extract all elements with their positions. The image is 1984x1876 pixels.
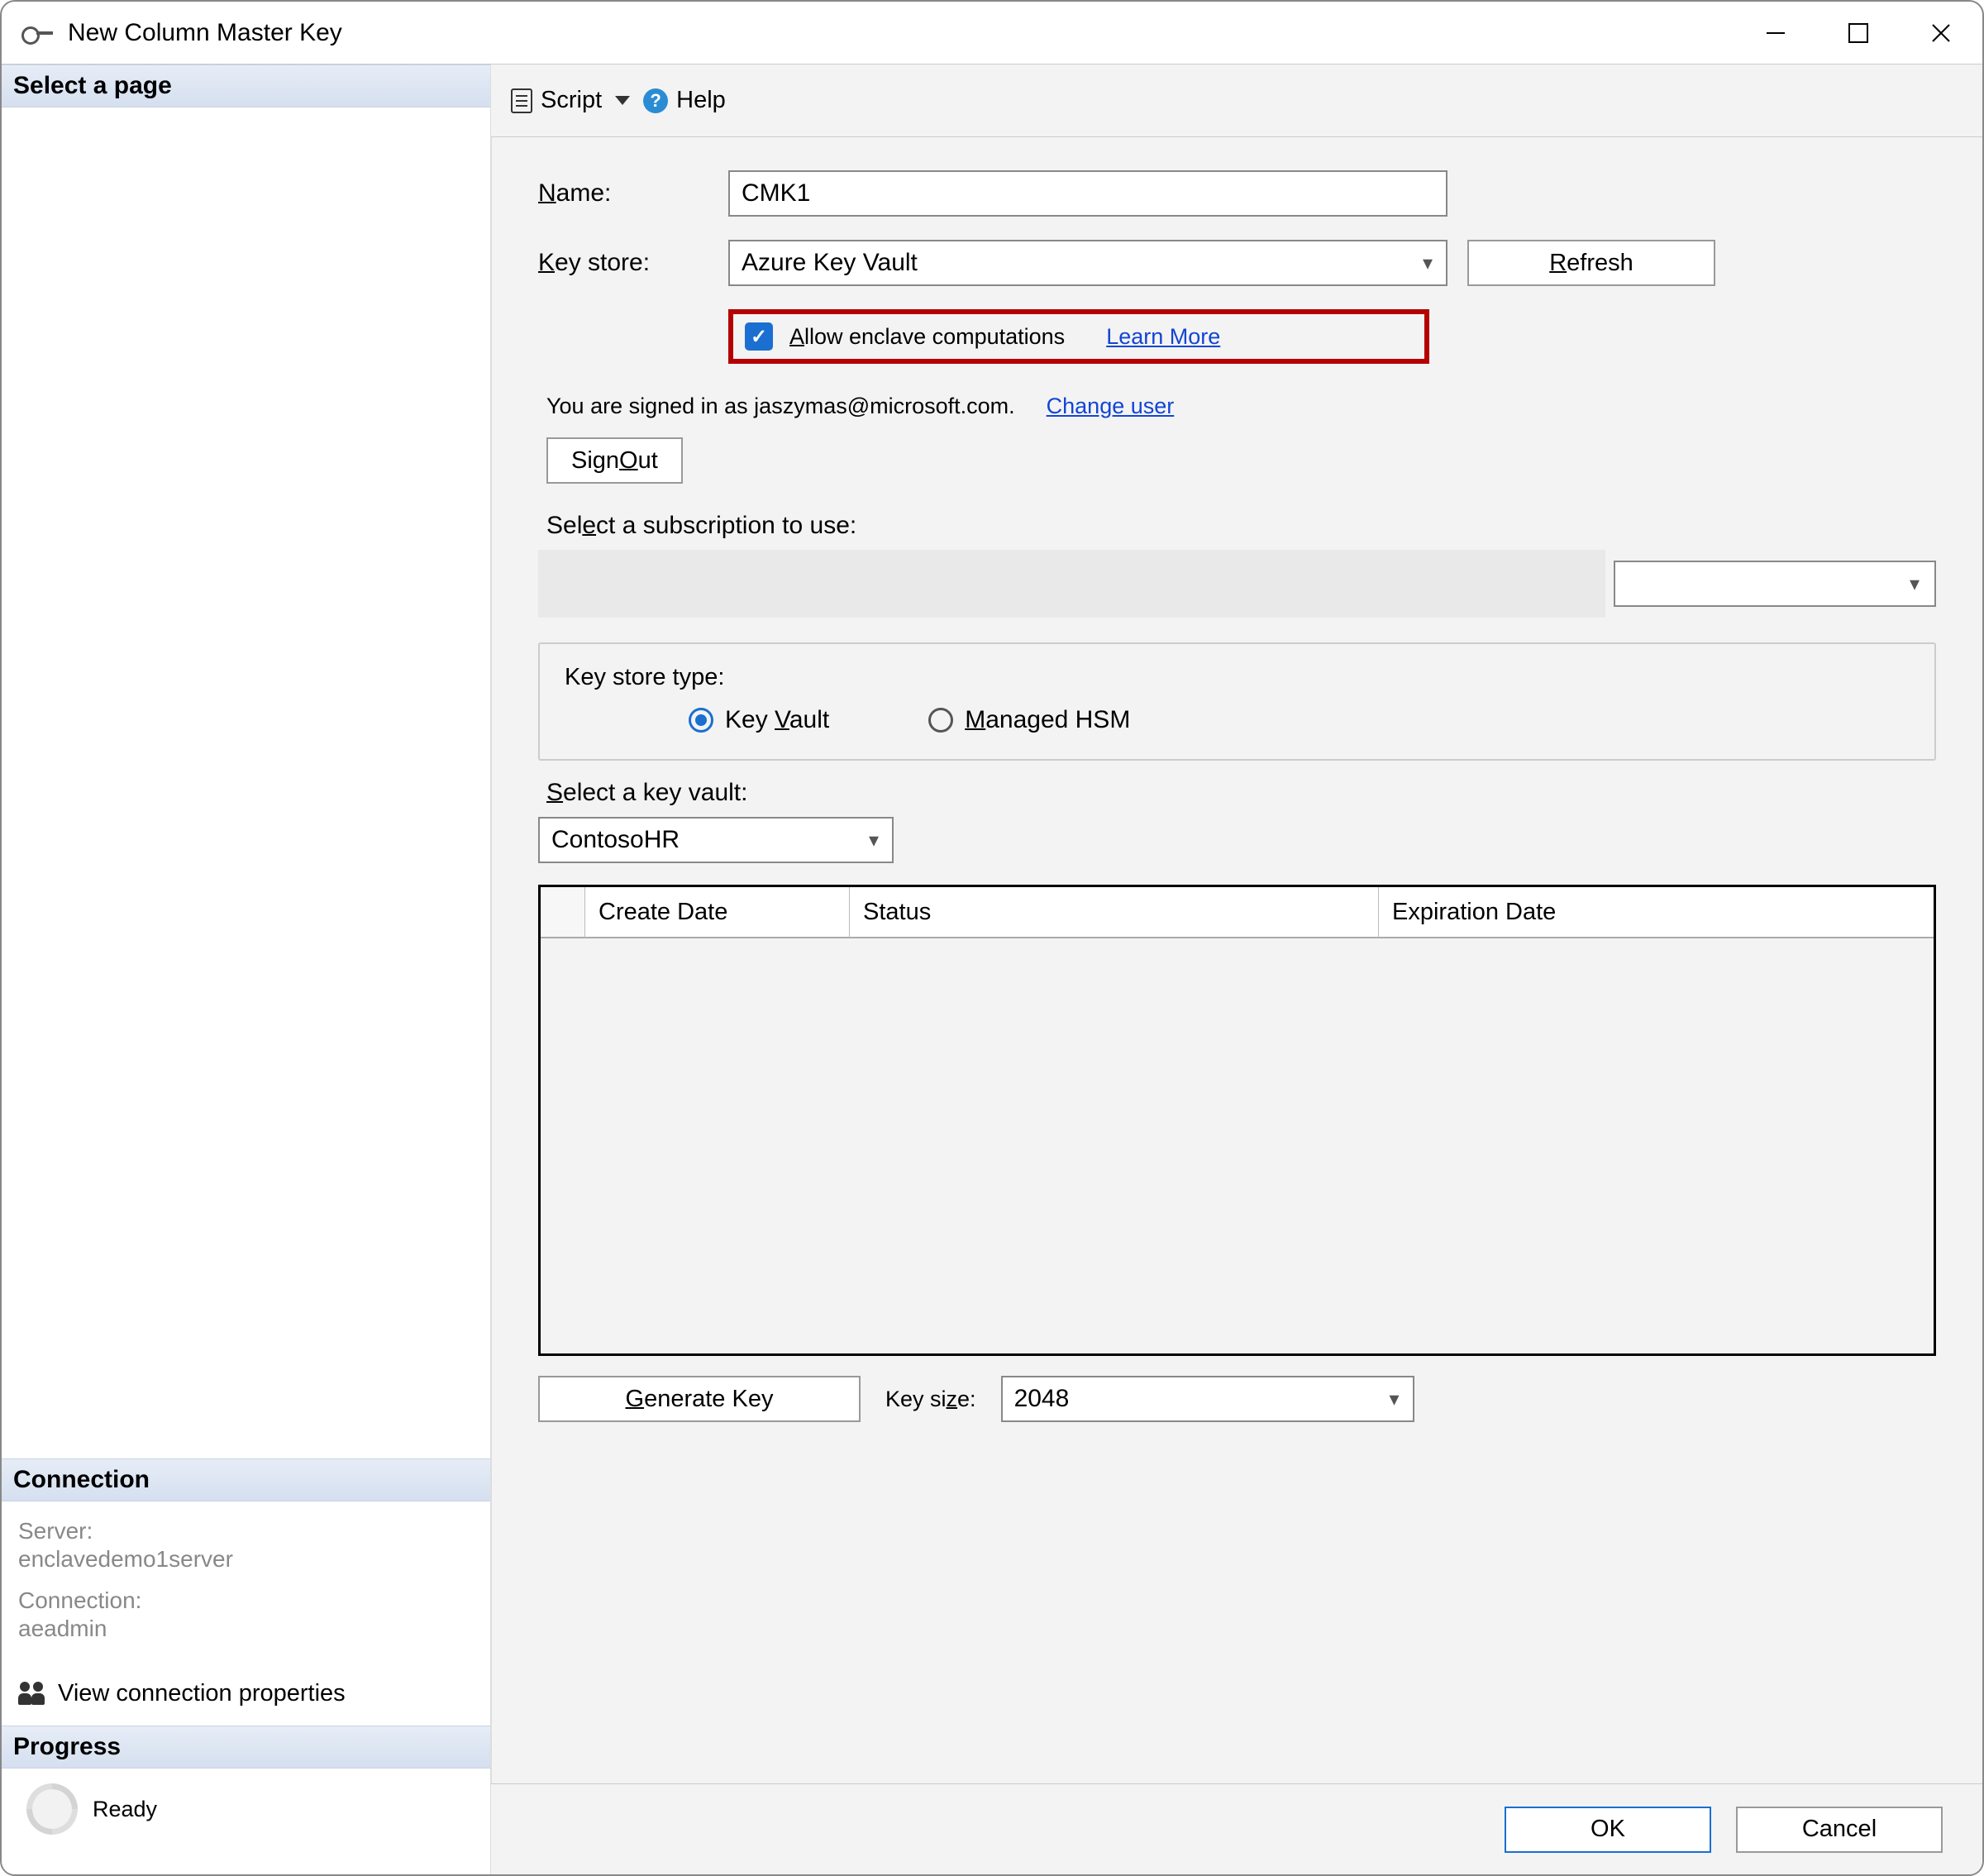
grid-body (541, 938, 1934, 1353)
refresh-button[interactable]: Refresh (1467, 240, 1715, 286)
server-value: enclavedemo1server (18, 1546, 474, 1573)
select-page-header: Select a page (2, 64, 490, 107)
server-label: Server: (18, 1518, 474, 1544)
learn-more-link[interactable]: Learn More (1106, 324, 1220, 350)
progress-header: Progress (2, 1726, 490, 1769)
key-size-value: 2048 (1014, 1385, 1070, 1413)
allow-enclave-label: Allow enclave computations (789, 324, 1065, 350)
subscription-label: Select a subscription to use: (546, 512, 1936, 540)
subscription-display (538, 550, 1605, 618)
allow-enclave-checkbox[interactable]: ✓ (745, 322, 773, 351)
keystore-type-label: Key store type: (565, 664, 1910, 691)
help-icon: ? (643, 88, 668, 113)
left-panel: Select a page Connection Server: enclave… (2, 64, 491, 1874)
radio-dot-icon (928, 708, 953, 733)
window: New Column Master Key Select a page Conn… (0, 0, 1984, 1876)
grid-row-selector-header[interactable] (541, 887, 585, 938)
window-controls (1734, 2, 1982, 64)
titlebar: New Column Master Key (2, 2, 1982, 64)
chevron-down-icon: ▾ (1910, 572, 1920, 596)
subscription-select[interactable]: ▾ (1614, 561, 1936, 607)
generate-row: Generate Key Key size: 2048 ▾ (538, 1376, 1936, 1422)
radio-key-vault-label: Key Vault (725, 706, 829, 734)
body: Select a page Connection Server: enclave… (2, 64, 1982, 1874)
keystore-label: Key store: (538, 249, 728, 277)
grid-col-status[interactable]: Status (850, 887, 1379, 938)
chevron-down-icon: ▾ (1390, 1387, 1400, 1411)
keys-grid[interactable]: Create Date Status Expiration Date (538, 885, 1936, 1356)
chevron-down-icon: ▾ (869, 828, 879, 852)
maximize-button[interactable] (1817, 2, 1900, 64)
radio-managed-hsm-label: Managed HSM (965, 706, 1130, 734)
radio-dot-icon (689, 708, 713, 733)
connection-label: Connection: (18, 1587, 474, 1614)
close-icon (1929, 21, 1953, 45)
view-connection-properties[interactable]: View connection properties (2, 1668, 490, 1726)
connection-block: Server: enclavedemo1server Connection: a… (2, 1501, 490, 1668)
maximize-icon (1848, 22, 1869, 44)
radio-key-vault[interactable]: Key Vault (689, 706, 829, 734)
close-button[interactable] (1900, 2, 1982, 64)
subscription-row: ▾ (538, 550, 1936, 618)
allow-enclave-row: ✓ Allow enclave computations Learn More (728, 309, 1429, 364)
select-key-vault-label: Select a key vault: (546, 779, 1936, 807)
key-vault-select[interactable]: ContosoHR ▾ (538, 817, 894, 863)
left-spacer (2, 107, 490, 1458)
minimize-icon (1763, 21, 1788, 45)
script-icon (511, 88, 532, 113)
script-dropdown[interactable]: Script (511, 87, 630, 114)
ok-button[interactable]: OK (1505, 1807, 1711, 1853)
progress-spinner-icon (26, 1783, 78, 1835)
key-vault-row: ContosoHR ▾ (538, 817, 1936, 863)
keystore-row: Key store: Azure Key Vault ▾ Refresh (538, 240, 1936, 286)
progress-row: Ready (2, 1769, 490, 1874)
keystore-type-fieldset: Key store type: Key Vault Managed HSM (538, 642, 1936, 761)
grid-col-create-date[interactable]: Create Date (585, 887, 850, 938)
help-label: Help (676, 87, 726, 114)
sign-out-button[interactable]: Sign Out (546, 437, 683, 484)
name-input[interactable] (728, 170, 1447, 217)
view-connection-label: View connection properties (58, 1680, 346, 1707)
progress-status: Ready (93, 1797, 157, 1822)
chevron-down-icon: ▾ (1423, 251, 1433, 275)
chevron-down-icon (615, 96, 630, 105)
footer: OK Cancel (491, 1783, 1982, 1874)
key-vault-value: ContosoHR (551, 826, 680, 854)
name-row: Name: (538, 170, 1936, 217)
generate-key-button[interactable]: Generate Key (538, 1376, 861, 1422)
key-size-select[interactable]: 2048 ▾ (1001, 1376, 1414, 1422)
minimize-button[interactable] (1734, 2, 1817, 64)
help-button[interactable]: ? Help (643, 87, 726, 114)
radio-managed-hsm[interactable]: Managed HSM (928, 706, 1130, 734)
name-label: Name: (538, 179, 728, 208)
people-icon (18, 1682, 46, 1707)
script-label: Script (541, 87, 602, 114)
keystore-select[interactable]: Azure Key Vault ▾ (728, 240, 1447, 286)
signed-in-text: You are signed in as jaszymas@microsoft.… (546, 394, 1015, 419)
connection-header: Connection (2, 1458, 490, 1501)
cancel-button[interactable]: Cancel (1736, 1807, 1943, 1853)
grid-header: Create Date Status Expiration Date (541, 887, 1934, 938)
grid-col-expiration[interactable]: Expiration Date (1379, 887, 1934, 938)
toolbar: Script ? Help (491, 64, 1982, 137)
content: Name: Key store: Azure Key Vault ▾ Refre… (491, 137, 1982, 1783)
signed-in-row: You are signed in as jaszymas@microsoft.… (546, 394, 1936, 419)
key-icon (21, 23, 56, 43)
window-title: New Column Master Key (68, 19, 342, 47)
change-user-link[interactable]: Change user (1047, 394, 1175, 419)
key-size-label: Key size: (885, 1387, 976, 1412)
main-panel: Script ? Help Name: Key store: (491, 64, 1982, 1874)
keystore-value: Azure Key Vault (742, 249, 918, 277)
signout-row: Sign Out (546, 437, 1936, 484)
connection-value: aeadmin (18, 1616, 474, 1642)
keystore-type-radios: Key Vault Managed HSM (565, 706, 1910, 734)
